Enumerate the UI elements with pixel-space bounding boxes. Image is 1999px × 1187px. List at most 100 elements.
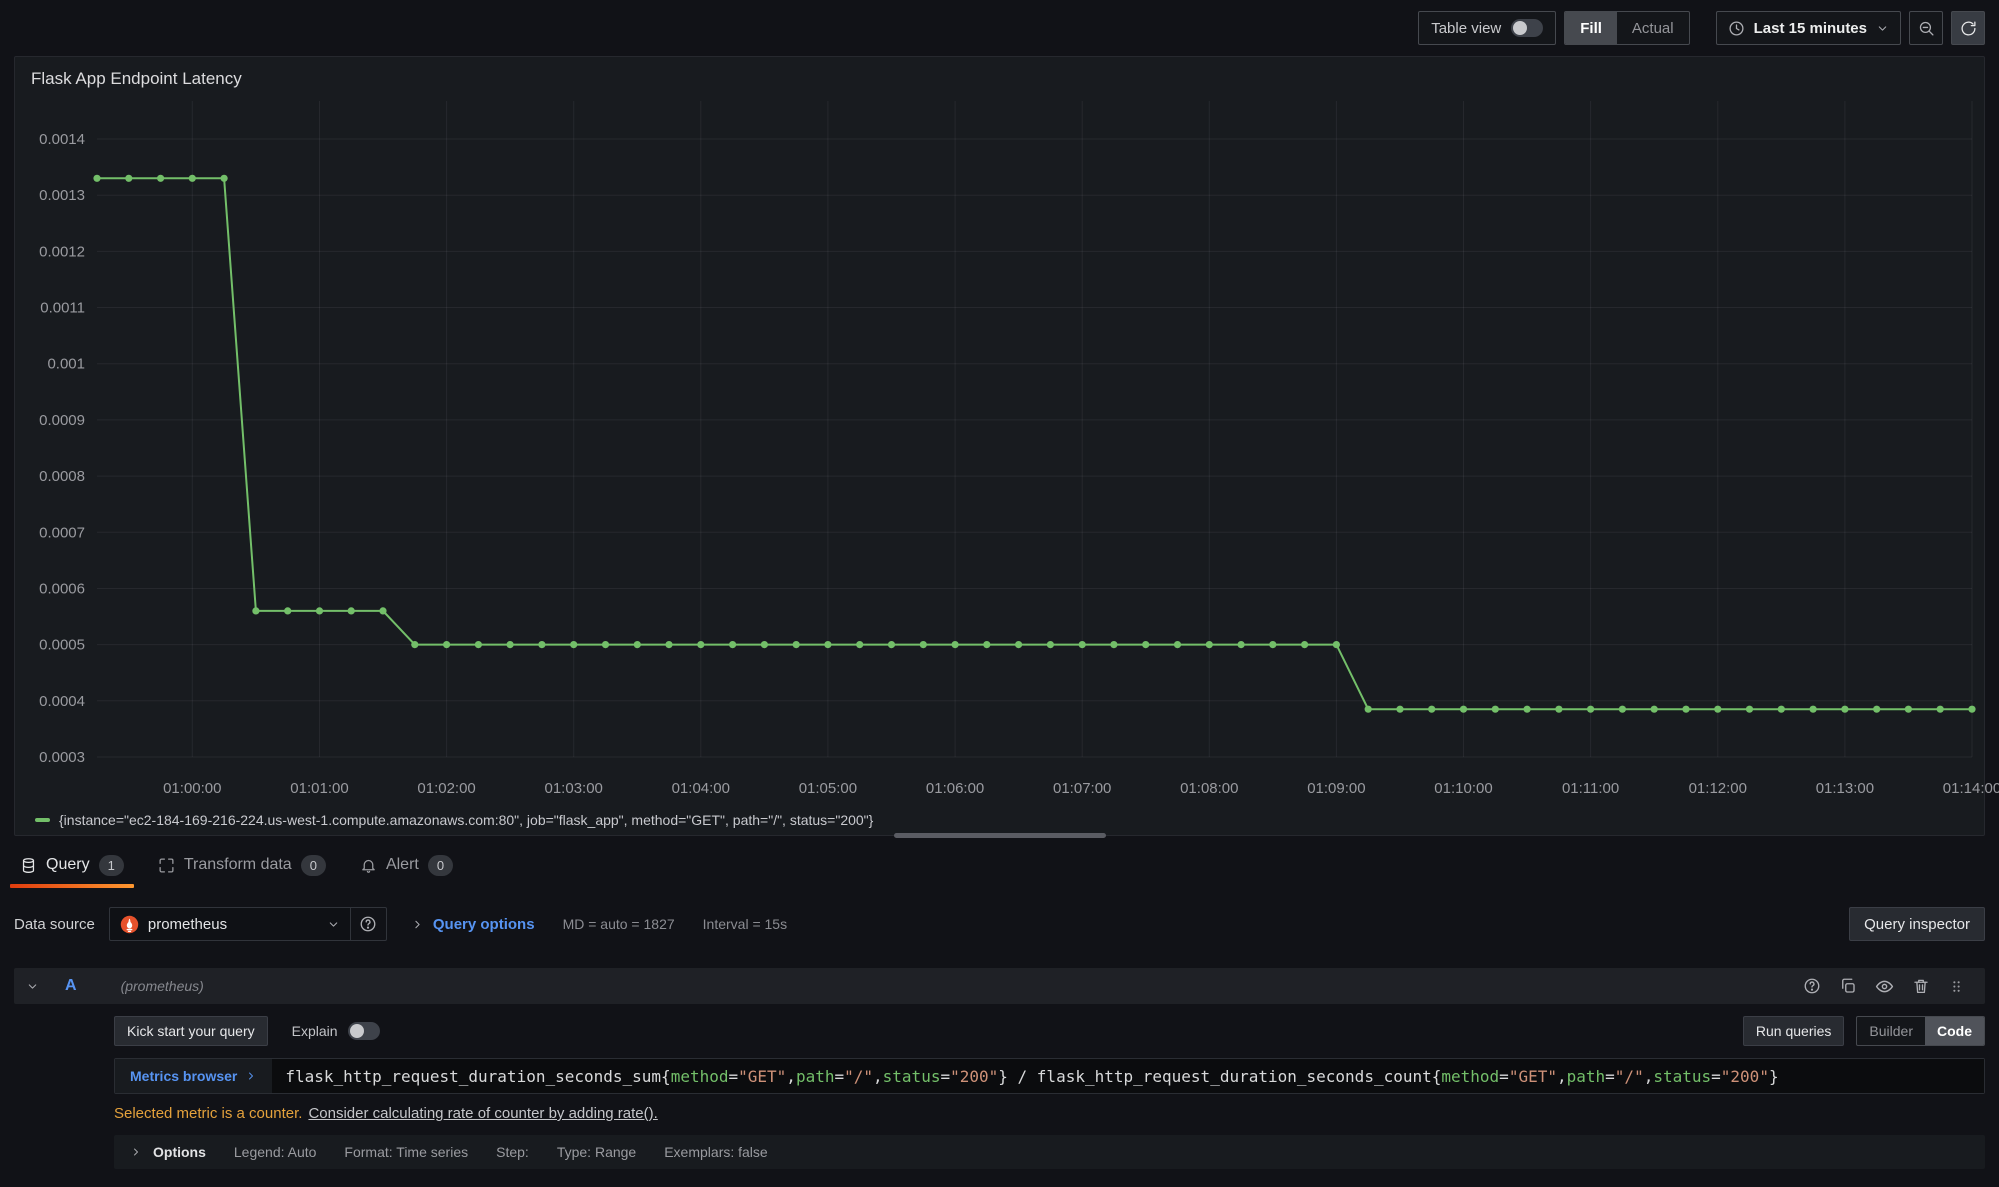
promql-token: , [1644,1067,1654,1086]
data-point [1619,706,1626,713]
zoom-out-button[interactable] [1909,11,1943,45]
data-point [888,641,895,648]
tab-alert-label: Alert [386,856,419,874]
data-point [475,641,482,648]
angle-right-icon [245,1070,257,1082]
explain-toggle[interactable] [348,1022,380,1040]
legend-series-swatch [35,818,50,822]
y-tick-label: 0.0014 [39,131,85,148]
option-item: Type: Range [557,1144,636,1160]
query-inspector-button[interactable]: Query inspector [1849,907,1985,941]
warning-rate-link[interactable]: Consider calculating rate of counter by … [308,1105,657,1122]
data-point [507,641,514,648]
tab-query[interactable]: Query 1 [8,840,136,890]
editor-mode-switch: Builder Code [1856,1016,1985,1046]
x-tick-label: 01:04:00 [672,780,730,797]
table-view-label: Table view [1431,20,1501,37]
y-tick-label: 0.0006 [39,581,85,598]
promql-token: } / flask_http_request_duration_seconds_… [998,1067,1441,1086]
options-expander[interactable]: Options [130,1144,206,1160]
chart-legend: {instance="ec2-184-169-216-224.us-west-1… [15,807,1984,833]
bell-icon [360,857,377,874]
data-point [252,607,259,614]
collapse-chevron-icon[interactable] [26,980,39,993]
promql-token: flask_http_request_duration_seconds_sum{ [285,1067,670,1086]
data-point [93,175,100,182]
data-point [157,175,164,182]
data-point [824,641,831,648]
prometheus-icon [120,915,139,934]
data-point [793,641,800,648]
data-point [1714,706,1721,713]
datasource-picker[interactable]: prometheus [109,907,351,941]
database-icon [20,857,37,874]
data-point [1015,641,1022,648]
x-tick-label: 01:09:00 [1307,780,1365,797]
query-editor-row: A (prometheus) Kick start your query Exp… [14,968,1985,1169]
disable-query-eye-icon[interactable] [1875,977,1894,996]
run-queries-button[interactable]: Run queries [1743,1016,1845,1046]
promql-token: status [883,1067,941,1086]
promql-token: } [1769,1067,1779,1086]
option-item: Exemplars: false [664,1144,767,1160]
data-point [1810,706,1817,713]
kick-start-query-button[interactable]: Kick start your query [114,1016,268,1046]
time-range-picker[interactable]: Last 15 minutes [1716,11,1901,45]
query-row-header[interactable]: A (prometheus) [14,968,1985,1004]
options-label: Options [153,1144,206,1160]
promql-token: = [728,1067,738,1086]
legend-series-label[interactable]: {instance="ec2-184-169-216-224.us-west-1… [59,812,873,828]
panel-editor-toolbar: Table view Fill Actual Last 15 minutes [0,0,1999,48]
option-item: Legend: Auto [234,1144,317,1160]
time-series-panel: Flask App Endpoint Latency 0.00030.00040… [14,56,1985,836]
builder-mode-option[interactable]: Builder [1857,1017,1925,1045]
promql-token: method [671,1067,729,1086]
tab-transform-data[interactable]: Transform data 0 [146,840,338,890]
data-point [1110,641,1117,648]
actual-option[interactable]: Actual [1617,12,1689,44]
delete-query-trash-icon[interactable] [1912,977,1930,995]
data-point [1555,706,1562,713]
promql-token: status [1653,1067,1711,1086]
refresh-icon [1960,20,1977,37]
query-options-label: Query options [433,916,535,933]
editor-resize-handle[interactable] [894,833,1106,838]
datasource-help-button[interactable] [351,907,387,941]
x-tick-label: 01:08:00 [1180,780,1238,797]
x-tick-label: 01:02:00 [417,780,475,797]
query-expression[interactable]: flask_http_request_duration_seconds_sum{… [272,1059,1984,1093]
data-point [952,641,959,648]
code-mode-option[interactable]: Code [1925,1017,1984,1045]
series-line [97,178,1972,709]
x-tick-label: 01:12:00 [1689,780,1747,797]
data-point [1937,706,1944,713]
query-options-summary: Options Legend: AutoFormat: Time seriesS… [114,1135,1985,1169]
x-tick-label: 01:01:00 [290,780,348,797]
refresh-button[interactable] [1951,11,1985,45]
promql-token: = [1605,1067,1615,1086]
table-view-toggle[interactable] [1511,19,1543,37]
explain-label: Explain [292,1023,338,1039]
x-tick-label: 01:11:00 [1562,780,1619,797]
data-point [221,175,228,182]
x-tick-label: 01:10:00 [1434,780,1492,797]
fill-option[interactable]: Fill [1565,12,1617,44]
query-row-actions [1803,977,1973,996]
drag-handle-icon[interactable] [1948,978,1965,995]
duplicate-query-icon[interactable] [1839,977,1857,995]
metrics-browser-button[interactable]: Metrics browser [115,1059,272,1093]
clock-icon [1728,20,1745,37]
data-point [1428,706,1435,713]
x-tick-label: 01:14:00 [1943,780,1999,797]
data-point [1524,706,1531,713]
tab-alert[interactable]: Alert 0 [348,840,465,890]
query-options-toggle[interactable]: Query options [411,916,535,933]
query-help-icon[interactable] [1803,977,1821,995]
promql-token: path [1567,1067,1606,1086]
option-item: Step: [496,1144,529,1160]
promql-token: "GET" [738,1067,786,1086]
latency-chart[interactable]: 0.00030.00040.00050.00060.00070.00080.00… [15,95,1984,807]
data-point [729,641,736,648]
data-point [1841,706,1848,713]
query-options-summary-items: Legend: AutoFormat: Time seriesStep:Type… [234,1144,768,1160]
